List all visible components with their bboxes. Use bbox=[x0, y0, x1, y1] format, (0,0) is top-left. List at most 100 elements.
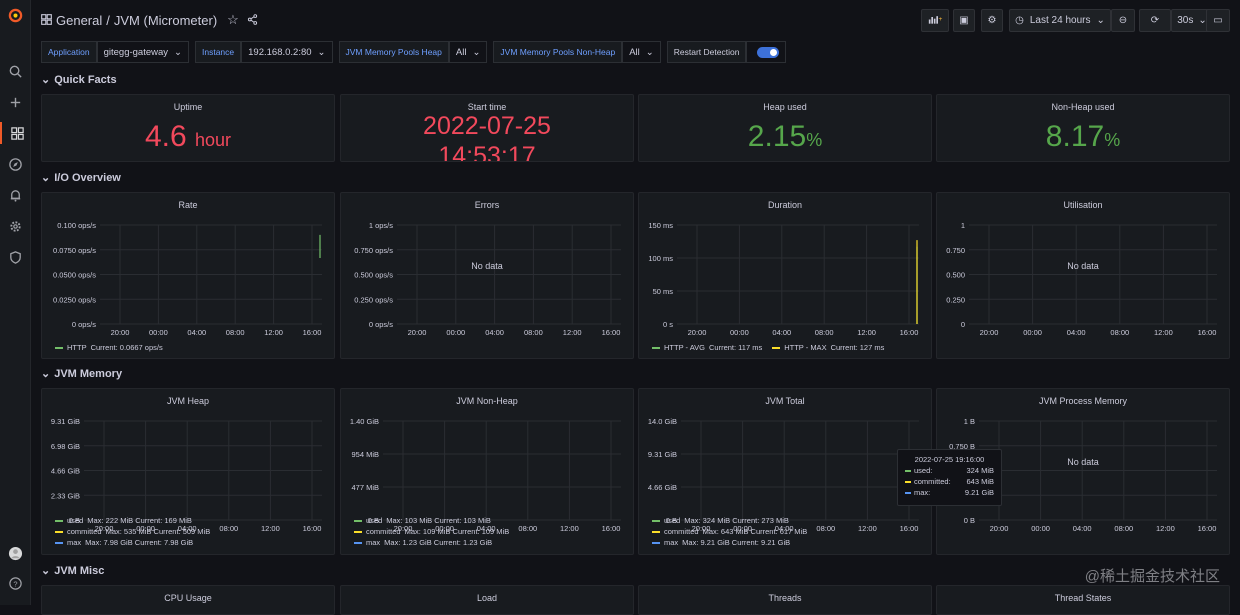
legend-series-name: HTTP - MAX bbox=[784, 343, 827, 352]
configuration-gear-icon[interactable] bbox=[4, 215, 26, 237]
legend-values: Max: 109 MiB Current: 109 MiB bbox=[404, 527, 510, 536]
series-swatch bbox=[652, 530, 660, 533]
x-tick-label: 12:00 bbox=[858, 524, 877, 533]
y-tick-label: 477 MiB bbox=[351, 483, 379, 492]
watermark: @稀土掘金技术社区 bbox=[1084, 568, 1220, 585]
panel-heap-used[interactable]: Heap used 2.15% bbox=[638, 94, 932, 162]
y-tick-label: 0.750 ops/s bbox=[354, 246, 393, 255]
panel-rate[interactable]: Rate 0.100 ops/s 0.0750 ops/s 0.0500 ops/s 0… bbox=[41, 192, 335, 359]
panel-cpu-usage[interactable]: CPU Usage bbox=[41, 585, 335, 615]
variable-select[interactable]: gitegg-gateway ⌄ bbox=[96, 41, 189, 63]
plus-icon[interactable] bbox=[4, 91, 26, 113]
zoom-out-button[interactable]: ⊖ bbox=[1111, 9, 1135, 32]
svg-text:?: ? bbox=[13, 579, 17, 588]
panel-jvm-heap[interactable]: JVM Heap 9.31 GiB 6.98 GiB 4.66 GiB 2.33 GiB… bbox=[41, 388, 335, 555]
legend-item[interactable]: used Max: 222 MiB Current: 169 MiB bbox=[55, 516, 210, 525]
y-tick-label: 14.0 GiB bbox=[648, 417, 677, 426]
start-time-value: 2022-07-25 14:53:17 bbox=[341, 111, 633, 161]
variables-bar: Application gitegg-gateway ⌄ Instance 192… bbox=[41, 41, 787, 63]
panel-thread-states[interactable]: Thread States bbox=[936, 585, 1230, 615]
x-tick-label: 12:00 bbox=[261, 524, 280, 533]
stat-value: 4.6 hour bbox=[42, 122, 334, 155]
panel-utilisation[interactable]: Utilisation 1 0.750 0.500 0.250 0 20:00 00:00 04… bbox=[936, 192, 1230, 359]
legend-item[interactable]: HTTP Current: 0.0667 ops/s bbox=[55, 343, 163, 352]
time-picker[interactable]: ◷ Last 24 hours ⌄ bbox=[1009, 9, 1111, 32]
legend-item[interactable]: committed Max: 109 MiB Current: 109 MiB bbox=[354, 527, 509, 536]
y-tick-label: 0 ops/s bbox=[369, 320, 393, 329]
panel-title: Threads bbox=[768, 593, 802, 603]
legend-item[interactable]: max Max: 9.21 GiB Current: 9.21 GiB bbox=[652, 538, 807, 547]
search-icon[interactable] bbox=[4, 60, 26, 82]
row-jvm-misc[interactable]: ⌄ JVM Misc bbox=[41, 564, 105, 578]
dashboards-grid-icon bbox=[41, 13, 52, 28]
y-tick-label: 1 ops/s bbox=[369, 221, 393, 230]
dashboard-title[interactable]: JVM (Micrometer) bbox=[114, 13, 217, 28]
restart-detection-toggle[interactable] bbox=[746, 41, 787, 63]
legend-item[interactable]: committed Max: 535 MiB Current: 509 MiB bbox=[55, 527, 210, 536]
y-tick-label: 0.0750 ops/s bbox=[53, 246, 96, 255]
time-range-label: Last 24 hours bbox=[1029, 15, 1091, 26]
no-data-label: No data bbox=[1067, 261, 1099, 271]
variable-select[interactable]: All ⌄ bbox=[622, 41, 661, 63]
legend-item[interactable]: max Max: 1.23 GiB Current: 1.23 GiB bbox=[354, 538, 509, 547]
alerting-bell-icon[interactable] bbox=[4, 184, 26, 206]
x-tick-label: 00:00 bbox=[730, 328, 749, 337]
y-tick-label: 0.250 bbox=[946, 295, 965, 304]
breadcrumb-folder[interactable]: General bbox=[56, 13, 102, 28]
legend-series-name: committed bbox=[664, 527, 699, 536]
panel-uptime[interactable]: Uptime 4.6 hour bbox=[41, 94, 335, 162]
legend-item[interactable]: used Max: 324 MiB Current: 273 MiB bbox=[652, 516, 807, 525]
grafana-logo-icon[interactable] bbox=[4, 4, 26, 26]
tooltip-row: used: 324 MiB bbox=[905, 466, 994, 475]
save-dashboard-button[interactable]: ▣ bbox=[953, 9, 975, 32]
tooltip-value: 643 MiB bbox=[966, 477, 994, 486]
shield-icon[interactable] bbox=[4, 246, 26, 268]
x-tick-label: 00:00 bbox=[149, 328, 168, 337]
share-icon[interactable] bbox=[247, 13, 258, 28]
panel-jvm-total[interactable]: JVM Total 14.0 GiB 9.31 GiB 4.66 GiB 0 B 20:0… bbox=[638, 388, 932, 555]
refresh-button[interactable]: ⟳ bbox=[1139, 9, 1171, 32]
legend-item[interactable]: max Max: 7.98 GiB Current: 7.98 GiB bbox=[55, 538, 210, 547]
legend-series-name: committed bbox=[67, 527, 102, 536]
panel-duration[interactable]: Duration 150 ms 100 ms 50 ms 0 s 20:00 00:00 04… bbox=[638, 192, 932, 359]
user-avatar-icon[interactable] bbox=[4, 542, 26, 564]
help-icon[interactable]: ? bbox=[4, 572, 26, 594]
x-tick-label: 04:00 bbox=[772, 328, 791, 337]
legend-item[interactable]: HTTP - MAX Current: 127 ms bbox=[772, 343, 884, 352]
dashboards-icon[interactable] bbox=[0, 122, 29, 144]
panel-start-time[interactable]: Start time 2022-07-25 14:53:17 bbox=[340, 94, 634, 162]
legend-series-name: committed bbox=[366, 527, 401, 536]
y-tick-label: 2.33 GiB bbox=[51, 491, 80, 500]
legend-item[interactable]: HTTP - AVG Current: 117 ms bbox=[652, 343, 762, 352]
x-tick-label: 04:00 bbox=[187, 328, 206, 337]
x-tick-label: 04:00 bbox=[1073, 524, 1092, 533]
chevron-down-icon: ⌄ bbox=[41, 74, 51, 86]
x-tick-label: 20:00 bbox=[408, 328, 427, 337]
tv-mode-button[interactable]: ▭ bbox=[1206, 9, 1230, 32]
chart-legend: HTTP - AVG Current: 117 ms HTTP - MAX Curre… bbox=[652, 343, 884, 352]
variable-restart-detection: Restart Detection bbox=[666, 41, 787, 63]
legend-item[interactable]: committed Max: 643 MiB Current: 617 MiB bbox=[652, 527, 807, 536]
variable-select[interactable]: 192.168.0.2:80 ⌄ bbox=[241, 41, 333, 63]
panel-title: Non-Heap used bbox=[1051, 102, 1115, 112]
explore-compass-icon[interactable] bbox=[4, 153, 26, 175]
row-io-overview[interactable]: ⌄ I/O Overview bbox=[41, 171, 121, 185]
dashboard-settings-button[interactable]: ⚙ bbox=[981, 9, 1003, 32]
row-title: JVM Misc bbox=[54, 564, 105, 577]
series-swatch bbox=[55, 530, 63, 533]
row-quick-facts[interactable]: ⌄ Quick Facts bbox=[41, 73, 117, 87]
legend-item[interactable]: used Max: 103 MiB Current: 103 MiB bbox=[354, 516, 509, 525]
panel-errors[interactable]: Errors 1 ops/s 0.750 ops/s 0.500 ops/s 0.250… bbox=[340, 192, 634, 359]
star-icon[interactable]: ☆ bbox=[227, 12, 239, 28]
tooltip-label: max: bbox=[914, 488, 931, 497]
panel-jvm-non-heap[interactable]: JVM Non-Heap 1.40 GiB 954 MiB 477 MiB 0 B 20:… bbox=[340, 388, 634, 555]
add-panel-button[interactable]: + bbox=[921, 9, 949, 32]
panel-threads[interactable]: Threads bbox=[638, 585, 932, 615]
chart-legend: used Max: 103 MiB Current: 103 MiB committ… bbox=[354, 516, 509, 547]
panel-nonheap-used[interactable]: Non-Heap used 8.17% bbox=[936, 94, 1230, 162]
variable-application: Application gitegg-gateway ⌄ bbox=[41, 41, 189, 63]
variable-select[interactable]: All ⌄ bbox=[448, 41, 488, 63]
row-jvm-memory[interactable]: ⌄ JVM Memory bbox=[41, 367, 122, 381]
tooltip-value: 324 MiB bbox=[966, 466, 994, 475]
panel-load[interactable]: Load bbox=[340, 585, 634, 615]
